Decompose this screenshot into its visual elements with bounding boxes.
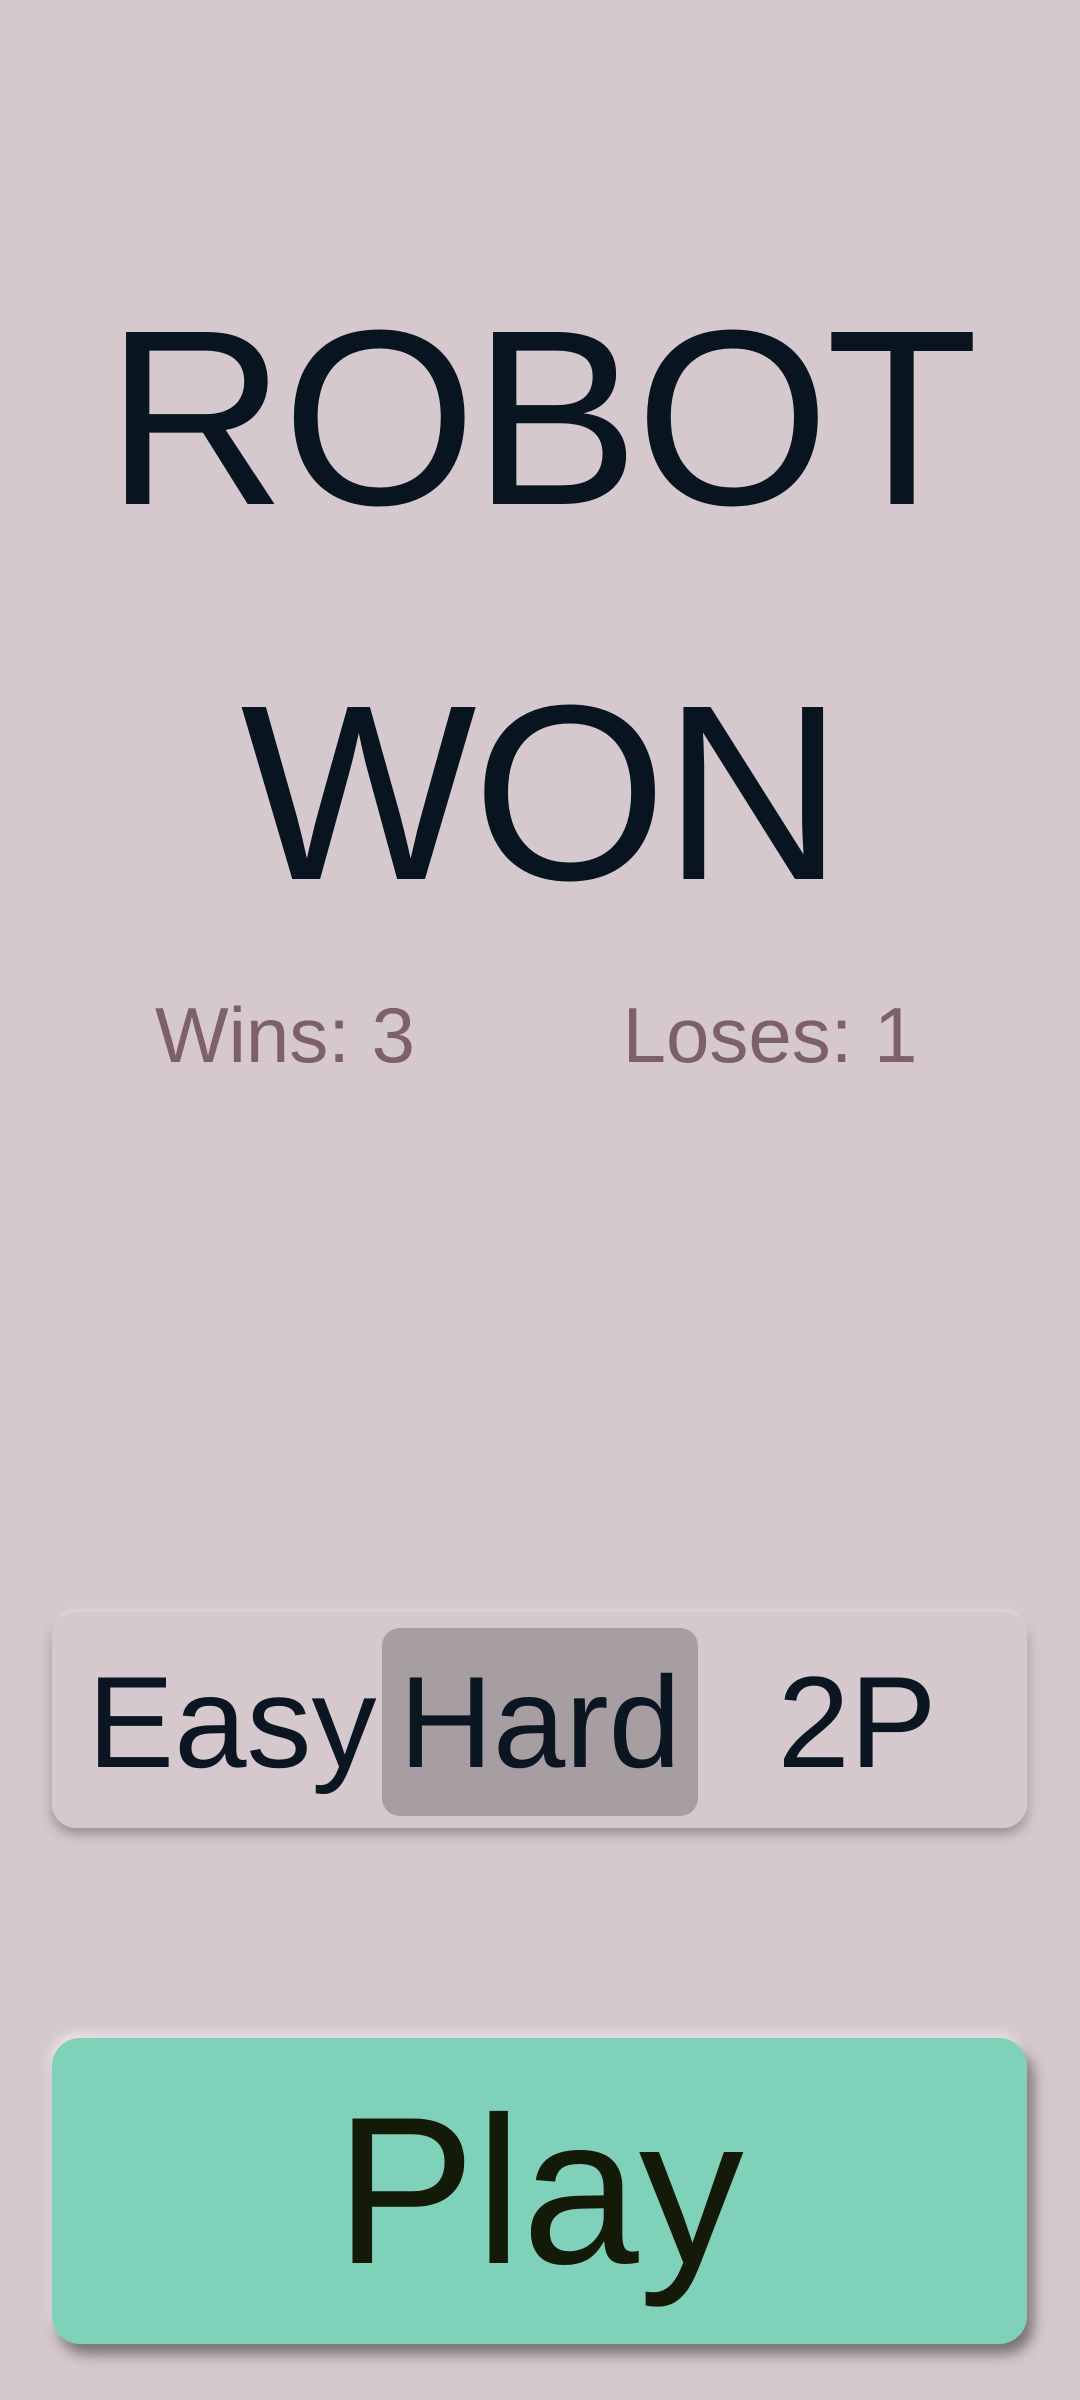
result-line-2: WON xyxy=(240,653,844,932)
result-line-1: ROBOT xyxy=(105,278,979,557)
mode-2p-button[interactable]: 2P xyxy=(712,1628,1002,1816)
mode-hard-button[interactable]: Hard xyxy=(382,1628,698,1816)
result-title: ROBOT WON xyxy=(0,230,1080,980)
play-button[interactable]: Play xyxy=(52,2038,1027,2344)
wins-counter: Wins: 3 xyxy=(154,991,416,1079)
score-stats: Wins: 3 Loses: 1 xyxy=(0,990,1080,1080)
theme-toggle-button[interactable] xyxy=(930,78,1000,148)
difficulty-selector: Easy Hard 2P xyxy=(52,1612,1027,1828)
mode-easy-button[interactable]: Easy xyxy=(82,1628,382,1816)
loses-counter: Loses: 1 xyxy=(622,991,918,1079)
moon-icon xyxy=(954,86,981,140)
